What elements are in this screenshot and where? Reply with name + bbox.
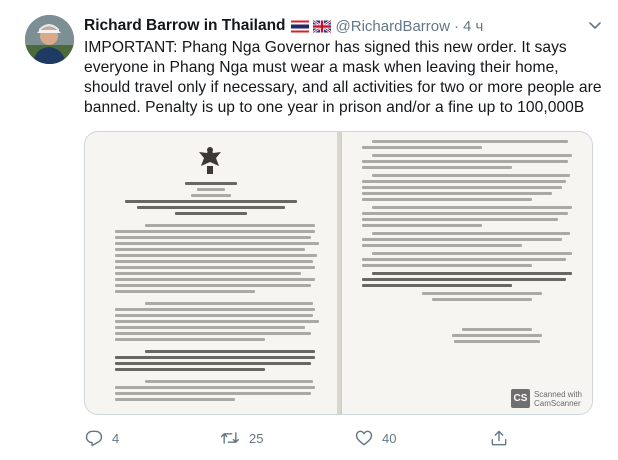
- flag-emojis: [290, 19, 331, 33]
- document-page-left: [85, 132, 337, 414]
- scanned-text-line: [362, 218, 558, 221]
- scanned-text-line: [145, 350, 315, 353]
- tweet-text: IMPORTANT: Phang Nga Governor has signed…: [84, 39, 602, 116]
- scanned-text-line: [115, 254, 317, 257]
- tweet-header: Richard Barrow in Thailand @RichardBarro…: [84, 15, 483, 37]
- scanned-text-line: [115, 326, 305, 329]
- scanned-text-line: [115, 392, 311, 395]
- scanned-text-line: [362, 278, 566, 281]
- scanned-text-line: [115, 338, 265, 341]
- scanned-text-line: [115, 332, 311, 335]
- scanned-text-line: [362, 264, 532, 267]
- camscanner-text: Scanned with CamScanner: [534, 390, 582, 408]
- scanned-text-line: [115, 398, 235, 401]
- scanned-text-line: [362, 160, 568, 163]
- scanned-text-line: [362, 146, 482, 149]
- scanned-text-line: [362, 166, 512, 169]
- scanned-text-line: [115, 230, 315, 233]
- scanned-text-line: [137, 206, 285, 209]
- reply-icon: [85, 430, 103, 447]
- display-name[interactable]: Richard Barrow in Thailand: [84, 17, 286, 35]
- scanned-text-line: [145, 224, 315, 227]
- scanned-text-line: [115, 386, 315, 389]
- scanned-text-line: [115, 284, 311, 287]
- scanned-text-line: [125, 200, 297, 203]
- chevron-down-icon[interactable]: [586, 16, 604, 34]
- scanned-text-line: [115, 290, 255, 293]
- scanned-text-line: [372, 174, 570, 177]
- scanned-text-line: [115, 356, 315, 359]
- scanned-text-line: [145, 380, 313, 383]
- scanned-text-line: [422, 292, 542, 295]
- scanned-text-line: [362, 180, 566, 183]
- scanned-text-line: [115, 362, 311, 365]
- like-button[interactable]: 40: [354, 427, 396, 449]
- scanned-text-line: [115, 308, 315, 311]
- retweet-icon: [220, 432, 240, 444]
- scanned-text-line: [362, 284, 512, 287]
- scanned-text-line: [372, 140, 568, 143]
- thailand-flag-icon: [290, 20, 309, 32]
- scanned-text-line: [115, 320, 319, 323]
- scanned-text-line: [372, 206, 572, 209]
- scanned-text-line: [115, 236, 311, 239]
- scanned-text-line: [372, 232, 570, 235]
- scanned-text-line: [362, 258, 566, 261]
- uk-flag-icon: [312, 19, 331, 33]
- reply-button[interactable]: 4: [84, 427, 119, 449]
- scanned-text-line: [452, 334, 542, 337]
- scanned-text-line: [362, 192, 552, 195]
- scanned-text-line: [362, 224, 482, 227]
- watermark-line-2: CamScanner: [533, 398, 581, 408]
- retweet-count: 25: [249, 430, 264, 446]
- heart-icon: [355, 430, 373, 446]
- tweet-media-image[interactable]: CS Scanned with CamScanner: [84, 131, 593, 415]
- separator-dot: ·: [453, 17, 459, 35]
- timestamp[interactable]: 4 ч: [463, 18, 483, 35]
- avatar[interactable]: [25, 15, 74, 64]
- scanned-text-line: [362, 186, 562, 189]
- scanned-text-line: [462, 328, 532, 331]
- watermark-line-1: Scanned with: [533, 389, 582, 399]
- scanned-text-line: [115, 278, 315, 281]
- scanned-text-line: [362, 238, 562, 241]
- scanned-text-line: [115, 368, 265, 371]
- camscanner-logo-icon: CS: [510, 389, 530, 408]
- scanned-text-line: [197, 188, 225, 191]
- share-button[interactable]: [489, 427, 509, 449]
- scanned-text-line: [362, 244, 522, 247]
- scanned-text-line: [191, 194, 231, 197]
- scanned-text-line: [115, 260, 313, 263]
- retweet-button[interactable]: 25: [219, 427, 263, 449]
- scanned-text-line: [185, 182, 237, 185]
- garuda-emblem-icon: [199, 147, 221, 174]
- scanned-text-line: [145, 302, 313, 305]
- scanned-text-line: [115, 272, 301, 275]
- scanned-text-line: [115, 314, 313, 317]
- scanned-text-line: [175, 212, 247, 215]
- scanned-text-line: [432, 298, 532, 301]
- scanned-text-line: [454, 340, 540, 343]
- tweet[interactable]: Richard Barrow in Thailand @RichardBarro…: [0, 0, 618, 460]
- handle[interactable]: @RichardBarrow: [336, 18, 450, 35]
- camscanner-watermark: CS Scanned with CamScanner: [510, 389, 582, 408]
- share-icon: [491, 430, 507, 446]
- scanned-text-line: [115, 242, 319, 245]
- scanned-text-line: [372, 154, 572, 157]
- scanned-text-line: [115, 266, 315, 269]
- scanned-text-line: [362, 212, 568, 215]
- document-page-right: [342, 132, 592, 414]
- scanned-text-line: [372, 272, 572, 275]
- like-count: 40: [382, 430, 397, 446]
- scanned-text-line: [362, 198, 532, 201]
- scanned-text-line: [372, 252, 572, 255]
- reply-count: 4: [112, 430, 120, 446]
- scanned-text-line: [115, 248, 305, 251]
